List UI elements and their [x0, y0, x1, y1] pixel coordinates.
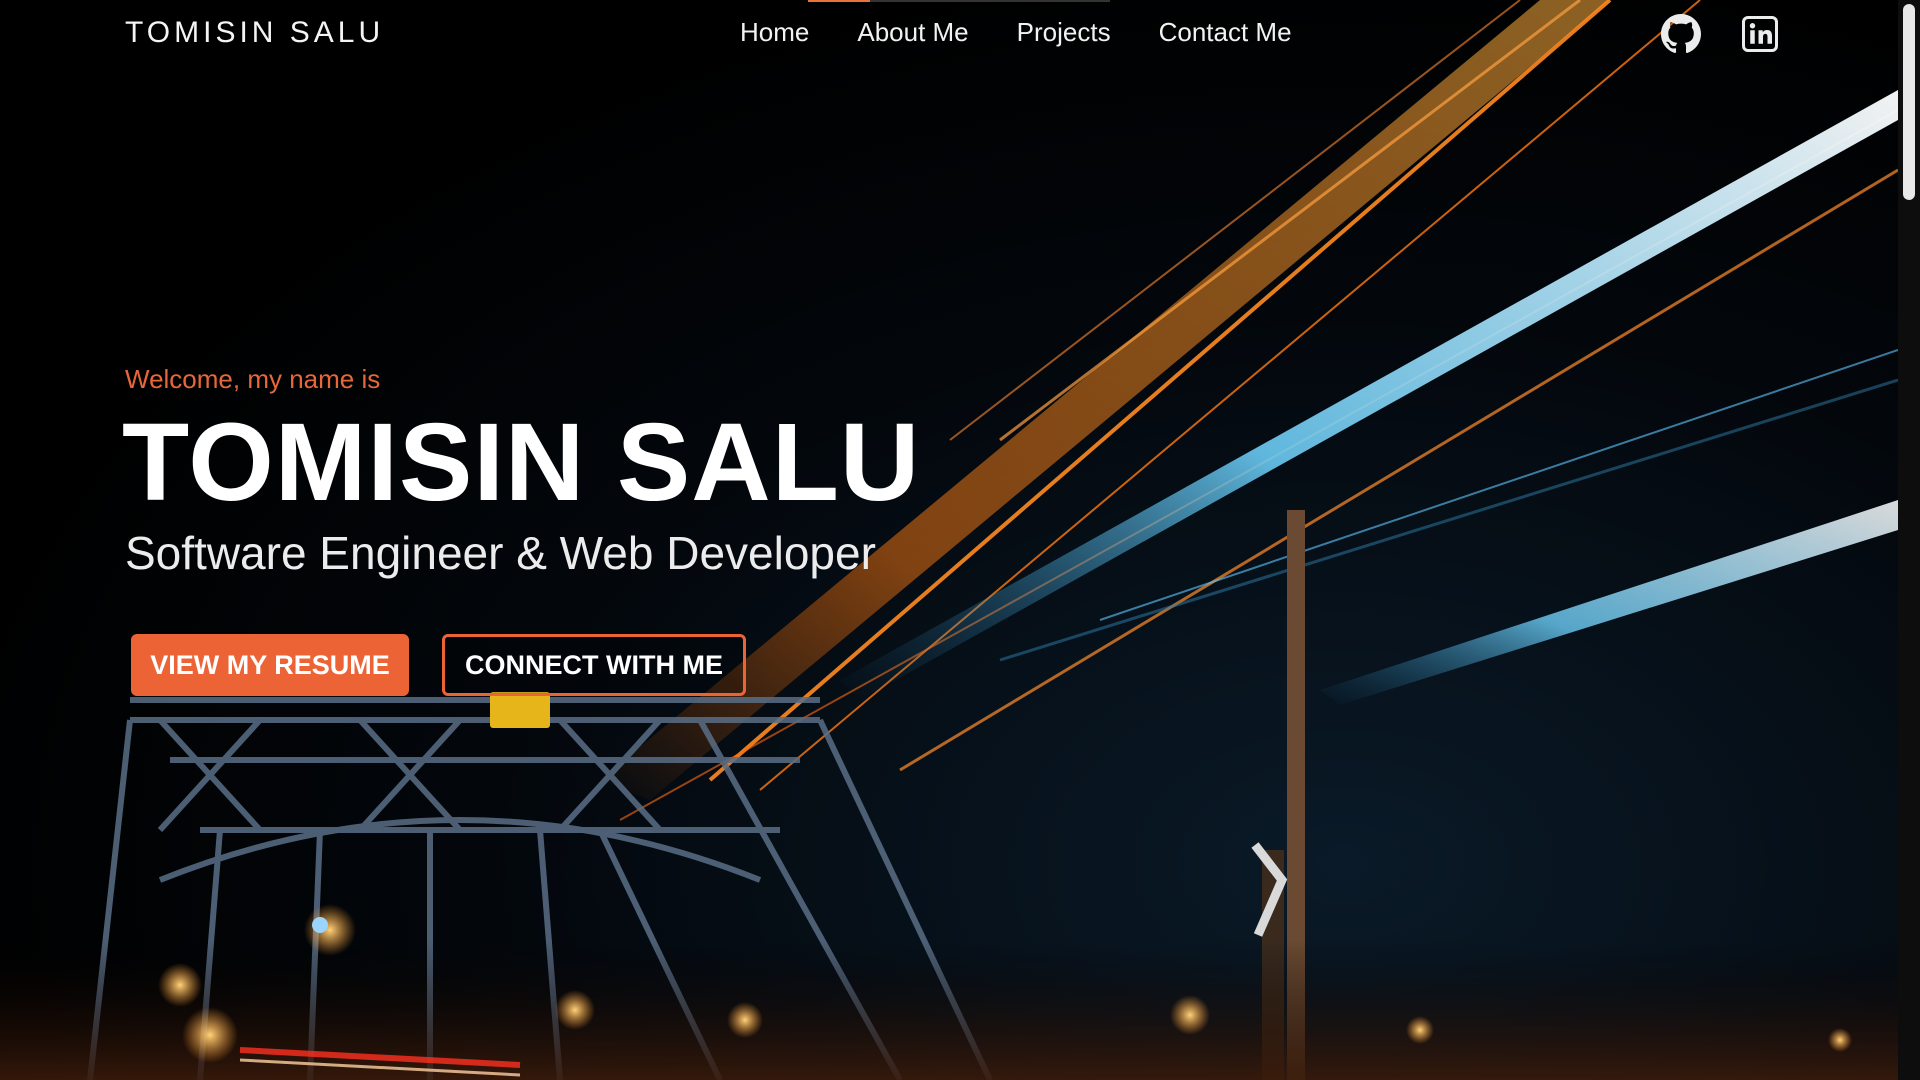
hero-welcome-text: Welcome, my name is — [125, 364, 381, 394]
view-resume-button[interactable]: VIEW MY RESUME — [131, 634, 409, 696]
github-icon — [1661, 14, 1701, 54]
site-header: TOMISIN SALU Home About Me Projects Cont… — [0, 0, 1898, 68]
scrollbar-thumb[interactable] — [1903, 4, 1915, 200]
nav-projects[interactable]: Projects — [1017, 17, 1111, 48]
main-nav: Home About Me Projects Contact Me — [740, 17, 1292, 48]
site-logo[interactable]: TOMISIN SALU — [125, 16, 384, 50]
nav-home[interactable]: Home — [740, 17, 809, 48]
github-link[interactable] — [1661, 14, 1701, 54]
nav-contact-me[interactable]: Contact Me — [1159, 17, 1292, 48]
linkedin-link[interactable] — [1740, 14, 1780, 54]
page-scrollbar[interactable] — [1898, 0, 1920, 1080]
nav-indicator-active — [808, 0, 870, 2]
hero-name: TOMISIN SALU — [122, 401, 921, 524]
linkedin-icon — [1742, 16, 1778, 52]
connect-with-me-button[interactable]: CONNECT WITH ME — [442, 634, 746, 696]
hero-role: Software Engineer & Web Developer — [125, 527, 876, 579]
nav-indicator — [808, 0, 1110, 2]
bridge-sign — [490, 692, 550, 728]
page: TOMISIN SALU Home About Me Projects Cont… — [0, 0, 1920, 1080]
nav-about-me[interactable]: About Me — [857, 17, 968, 48]
